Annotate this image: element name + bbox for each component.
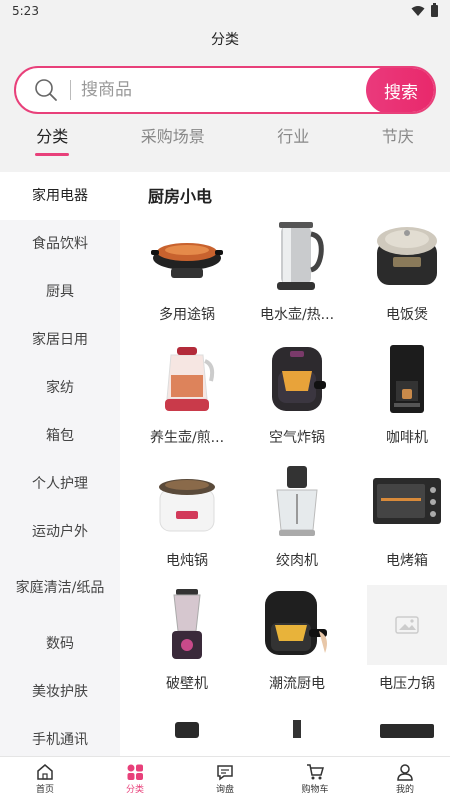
nav-inquiry[interactable]: 询盘 [190, 762, 260, 795]
coffee-machine-icon [367, 339, 447, 419]
product-label: 电水壶/热... [259, 307, 335, 323]
cart-icon [305, 762, 325, 782]
product-panel: 厨房小电 多用途锅 电水壶/热... 电饭煲 养生壶/煎... 空气炸锅 咖啡机… [120, 172, 450, 762]
search-area: 搜索 [0, 56, 450, 120]
product-item[interactable]: 破壁机 [132, 585, 242, 708]
sidebar-item-appliances[interactable]: 家用电器 [0, 172, 120, 220]
profile-icon [395, 762, 415, 782]
product-item[interactable]: 电饭煲 [352, 216, 450, 339]
product-item[interactable]: 多用途锅 [132, 216, 242, 339]
meat-grinder-icon [257, 462, 337, 542]
wifi-icon [411, 6, 425, 16]
nav-category[interactable]: 分类 [100, 762, 170, 795]
product-label: 咖啡机 [386, 430, 428, 446]
product-label: 电炖锅 [166, 553, 208, 569]
category-sidebar: 家用电器 食品饮料 厨具 家居日用 家纺 箱包 个人护理 运动户外 家庭清洁/纸… [0, 172, 120, 762]
product-label: 空气炸锅 [269, 430, 325, 446]
sidebar-item-food-drink[interactable]: 食品饮料 [0, 220, 120, 268]
image-placeholder-icon [367, 585, 447, 665]
nav-profile[interactable]: 我的 [370, 762, 440, 795]
product-item[interactable]: 空气炸锅 [242, 339, 352, 462]
product-item-partial[interactable] [242, 708, 352, 738]
rice-cooker-icon [367, 216, 447, 296]
health-pot-icon [147, 339, 227, 419]
search-icon [26, 68, 66, 112]
blender-icon [147, 585, 227, 665]
status-time: 5:23 [12, 4, 39, 18]
sidebar-item-outdoor[interactable]: 运动户外 [0, 508, 120, 556]
sidebar-item-cookware[interactable]: 厨具 [0, 268, 120, 316]
sidebar-item-digital[interactable]: 数码 [0, 620, 120, 668]
nav-cart[interactable]: 购物车 [280, 762, 350, 795]
hot-pot-icon [147, 216, 227, 296]
product-item-partial[interactable] [132, 708, 242, 738]
inquiry-icon [215, 762, 235, 782]
product-item[interactable]: 绞肉机 [242, 462, 352, 585]
sidebar-item-beauty[interactable]: 美妆护肤 [0, 668, 120, 716]
air-fryer-icon [257, 339, 337, 419]
kettle-icon [257, 216, 337, 296]
product-item[interactable]: 电炖锅 [132, 462, 242, 585]
sidebar-item-textiles[interactable]: 家纺 [0, 364, 120, 412]
product-grid: 多用途锅 电水壶/热... 电饭煲 养生壶/煎... 空气炸锅 咖啡机 电炖锅 … [120, 216, 450, 738]
sidebar-item-personal-care[interactable]: 个人护理 [0, 460, 120, 508]
product-item[interactable]: 养生壶/煎... [132, 339, 242, 462]
product-item[interactable]: 电压力锅 [352, 585, 450, 708]
product-item[interactable]: 电水壶/热... [242, 216, 352, 339]
sidebar-item-bags[interactable]: 箱包 [0, 412, 120, 460]
product-label: 电烤箱 [386, 553, 428, 569]
page-title: 分类 [211, 32, 239, 48]
stew-pot-icon [147, 462, 227, 542]
nav-label: 询盘 [215, 785, 234, 795]
product-label: 电压力锅 [379, 676, 435, 692]
category-icon [125, 762, 145, 782]
sidebar-item-cleaning[interactable]: 家庭清洁/纸品 [0, 556, 120, 620]
battery-icon [431, 3, 438, 17]
nav-home[interactable]: 首页 [10, 762, 80, 795]
status-icons [411, 3, 438, 17]
fryer-icon [257, 585, 337, 665]
product-item[interactable]: 电烤箱 [352, 462, 450, 585]
product-label: 多用途锅 [159, 307, 215, 323]
product-item[interactable]: 咖啡机 [352, 339, 450, 462]
gap-strip [0, 158, 450, 172]
app-header: 分类 [0, 22, 450, 56]
product-label: 绞肉机 [276, 553, 318, 569]
product-item[interactable]: 潮流厨电 [242, 585, 352, 708]
category-content: 家用电器 食品饮料 厨具 家居日用 家纺 箱包 个人护理 运动户外 家庭清洁/纸… [0, 172, 450, 762]
category-tabs: 分类 采购场景 行业 节庆 [0, 120, 450, 158]
tab-festival[interactable]: 节庆 [376, 124, 420, 156]
sidebar-item-household[interactable]: 家居日用 [0, 316, 120, 364]
search-divider [70, 80, 71, 100]
tab-purchase-scene[interactable]: 采购场景 [135, 124, 211, 156]
product-label: 电饭煲 [386, 307, 428, 323]
section-title: 厨房小电 [148, 187, 213, 206]
nav-label: 我的 [395, 785, 414, 795]
nav-label: 分类 [125, 785, 144, 795]
tab-category[interactable]: 分类 [30, 124, 74, 156]
search-button[interactable]: 搜索 [366, 68, 434, 112]
nav-label: 购物车 [301, 785, 329, 795]
product-label: 养生壶/煎... [149, 430, 225, 446]
oven-icon [367, 462, 447, 542]
product-label: 潮流厨电 [269, 676, 325, 692]
product-item-partial[interactable] [352, 708, 450, 738]
home-icon [35, 762, 55, 782]
nav-label: 首页 [35, 785, 54, 795]
status-bar: 5:23 [0, 0, 450, 22]
product-label: 破壁机 [166, 676, 208, 692]
bottom-navigation: 首页 分类 询盘 购物车 我的 [0, 756, 450, 800]
tab-industry[interactable]: 行业 [271, 124, 315, 156]
search-bar: 搜索 [14, 66, 436, 114]
